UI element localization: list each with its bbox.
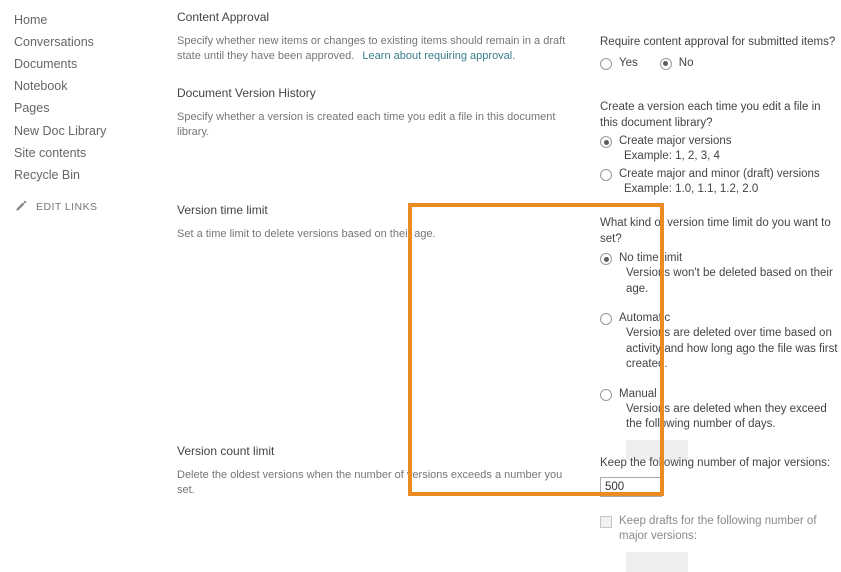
version-history-option-major[interactable]: Create major versions (600, 134, 840, 149)
content-approval-title: Content Approval (177, 10, 270, 24)
version-count-limit-description: Version count limit Delete the oldest ve… (177, 444, 577, 498)
no-time-limit-detail: Versions won't be deleted based on their… (626, 267, 833, 295)
content-approval-description: Content Approval Specify whether new ite… (177, 10, 577, 64)
sidebar-item-site-contents[interactable]: Site contents (14, 146, 86, 161)
version-time-limit-text: Set a time limit to delete versions base… (177, 228, 436, 240)
radio-automatic[interactable] (600, 313, 612, 325)
keep-drafts-input[interactable] (626, 551, 688, 572)
sidebar-item-new-doc-library[interactable]: New Doc Library (14, 124, 106, 139)
settings-content: Content Approval Specify whether new ite… (175, 0, 841, 572)
radio-no-time-limit-label[interactable]: No time limit (619, 251, 682, 266)
radio-manual[interactable] (600, 388, 612, 401)
sidebar-item-documents[interactable]: Documents (14, 57, 77, 72)
version-count-limit-controls: Keep the following number of major versi… (600, 456, 840, 572)
sidebar-item-notebook[interactable]: Notebook (14, 79, 68, 94)
version-time-limit-title: Version time limit (177, 203, 268, 217)
radio-create-major-minor-versions-label[interactable]: Create major and minor (draft) versions (619, 167, 820, 182)
major-minor-versions-example: Example: 1.0, 1.1, 1.2, 2.0 (624, 182, 759, 195)
automatic-detail: Versions are deleted over time based on … (626, 327, 838, 370)
keep-major-versions-input[interactable] (600, 476, 662, 497)
radio-create-major-versions[interactable] (600, 136, 612, 148)
version-time-limit-question: What kind of version time limit do you w… (600, 217, 831, 245)
edit-links-label: EDIT LINKS (36, 200, 98, 213)
keep-drafts-option[interactable]: Keep drafts for the following number of … (600, 514, 840, 545)
version-history-controls: Create a version each time you edit a fi… (600, 100, 840, 197)
keep-drafts-label: Keep drafts for the following number of … (619, 514, 817, 543)
time-limit-option-automatic[interactable]: Automatic (600, 311, 840, 326)
time-limit-option-no-limit[interactable]: No time limit (600, 251, 840, 266)
time-limit-option-manual[interactable]: Manual (600, 387, 840, 402)
version-time-limit-description: Version time limit Set a time limit to d… (177, 203, 577, 242)
version-history-title: Document Version History (177, 86, 316, 100)
version-history-question: Create a version each time you edit a fi… (600, 101, 821, 129)
version-count-limit-text: Delete the oldest versions when the numb… (177, 469, 563, 496)
radio-yes-label[interactable]: Yes (619, 56, 638, 71)
sidebar-item-recycle-bin[interactable]: Recycle Bin (14, 168, 80, 183)
major-versions-example: Example: 1, 2, 3, 4 (624, 150, 720, 162)
content-approval-option-yes[interactable]: Yes (600, 56, 638, 71)
keep-major-versions-label: Keep the following number of major versi… (600, 457, 831, 469)
sidebar-item-pages[interactable]: Pages (14, 101, 49, 116)
radio-no-label[interactable]: No (679, 56, 694, 71)
version-history-option-major-minor[interactable]: Create major and minor (draft) versions (600, 167, 840, 182)
manual-detail: Versions are deleted when they exceed th… (626, 402, 827, 431)
version-history-text: Specify whether a version is created eac… (177, 111, 556, 138)
keep-drafts-checkbox[interactable] (600, 515, 612, 528)
pencil-icon (14, 200, 27, 213)
edit-links-button[interactable]: EDIT LINKS (14, 200, 98, 213)
sidebar-item-conversations[interactable]: Conversations (14, 35, 94, 50)
left-navigation: Home Conversations Documents Notebook Pa… (0, 0, 175, 551)
content-approval-question: Require content approval for submitted i… (600, 36, 836, 48)
version-time-limit-controls: What kind of version time limit do you w… (600, 216, 840, 460)
radio-no[interactable] (659, 57, 672, 70)
radio-yes[interactable] (600, 57, 612, 70)
version-history-description: Document Version History Specify whether… (177, 86, 577, 140)
version-count-limit-title: Version count limit (177, 444, 275, 458)
learn-about-requiring-approval-link[interactable]: Learn about requiring approval. (362, 50, 515, 62)
content-approval-option-no[interactable]: No (659, 56, 694, 71)
radio-manual-label[interactable]: Manual (619, 387, 657, 402)
radio-automatic-label[interactable]: Automatic (619, 311, 670, 326)
content-approval-text: Specify whether new items or changes to … (177, 34, 577, 64)
sidebar-item-home[interactable]: Home (14, 13, 47, 28)
radio-no-time-limit[interactable] (600, 253, 612, 265)
radio-create-major-versions-label[interactable]: Create major versions (619, 134, 731, 149)
content-approval-controls: Require content approval for submitted i… (600, 35, 840, 71)
radio-create-major-minor-versions[interactable] (600, 168, 612, 181)
